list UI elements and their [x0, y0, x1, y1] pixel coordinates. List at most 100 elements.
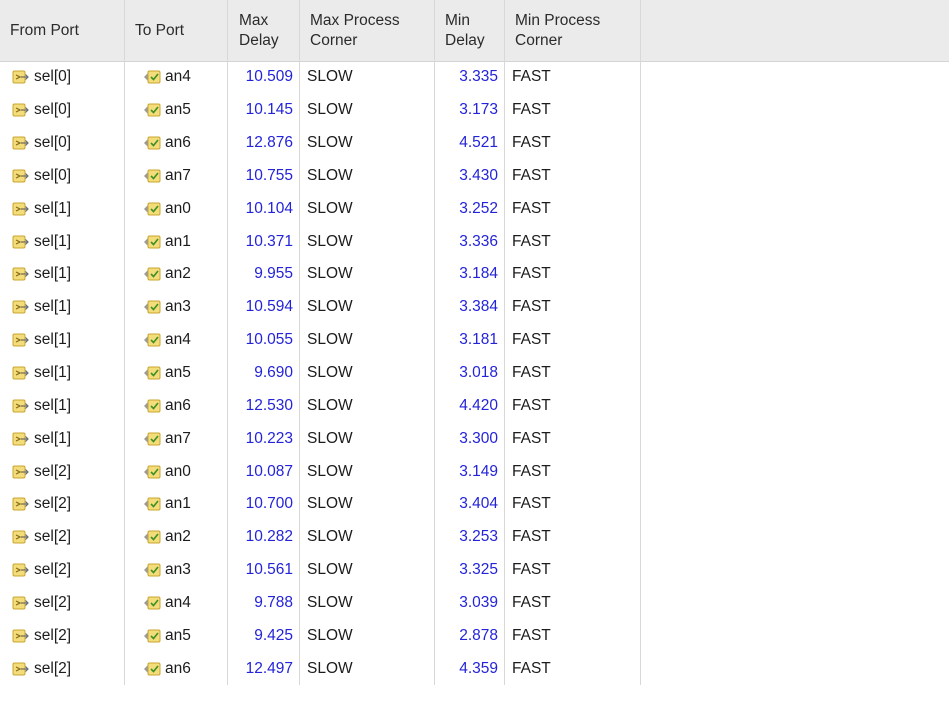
from-port-label: sel[0]	[34, 166, 72, 184]
cell-min-delay: 3.430	[435, 159, 505, 193]
to-port-label: an4	[165, 593, 191, 611]
cell-min-delay: 3.149	[435, 455, 505, 488]
input-port-arrow-icon	[12, 496, 30, 512]
table-row[interactable]: sel[1] an2 9.955 SLOW 3.184 FAST	[0, 258, 949, 291]
input-port-arrow-icon	[12, 365, 30, 381]
cell-min-delay: 3.252	[435, 192, 505, 226]
cell-from-port: sel[1]	[0, 192, 125, 226]
cell-to-port: an4	[125, 586, 228, 620]
cell-max-process-corner: SLOW	[300, 225, 435, 259]
table-row[interactable]: sel[2] an5 9.425 SLOW 2.878 FAST	[0, 619, 949, 653]
col-header-from-port-label: From Port	[10, 21, 79, 39]
table-row[interactable]: sel[1] an7 10.223 SLOW 3.300 FAST	[0, 422, 949, 456]
cell-min-process-corner: FAST	[505, 652, 641, 686]
cell-min-delay: 3.300	[435, 422, 505, 456]
table-row[interactable]: sel[2] an3 10.561 SLOW 3.325 FAST	[0, 553, 949, 587]
table-row[interactable]: sel[0] an7 10.755 SLOW 3.430 FAST	[0, 159, 949, 193]
cell-max-process-corner: SLOW	[300, 61, 435, 94]
cell-min-delay: 3.336	[435, 225, 505, 259]
cell-min-delay: 3.039	[435, 586, 505, 620]
table-row[interactable]: sel[1] an5 9.690 SLOW 3.018 FAST	[0, 356, 949, 390]
from-port-label: sel[1]	[34, 232, 72, 250]
cell-to-port: an0	[125, 455, 228, 488]
table-row[interactable]: sel[0] an4 10.509 SLOW 3.335 FAST	[0, 61, 949, 94]
cell-min-delay: 3.384	[435, 290, 505, 324]
cell-min-delay: 4.359	[435, 652, 505, 686]
cell-from-port: sel[1]	[0, 225, 125, 259]
table-row[interactable]: sel[1] an4 10.055 SLOW 3.181 FAST	[0, 323, 949, 357]
output-port-check-icon	[143, 562, 161, 578]
col-header-to-port-label: To Port	[135, 21, 185, 39]
cell-from-port: sel[0]	[0, 126, 125, 160]
cell-max-delay: 10.594	[228, 290, 300, 324]
cell-from-port: sel[1]	[0, 323, 125, 357]
table-row[interactable]: sel[1] an0 10.104 SLOW 3.252 FAST	[0, 192, 949, 226]
col-header-max-delay[interactable]: Max Delay	[228, 0, 300, 61]
col-header-max-corner[interactable]: Max Process Corner	[300, 0, 435, 61]
cell-max-process-corner: SLOW	[300, 323, 435, 357]
col-header-from-port[interactable]: From Port	[0, 0, 125, 61]
col-header-min-corner-line2: Corner	[515, 31, 563, 49]
table-row[interactable]: sel[0] an6 12.876 SLOW 4.521 FAST	[0, 126, 949, 160]
cell-max-delay: 10.282	[228, 520, 300, 554]
from-port-label: sel[1]	[34, 364, 72, 382]
table-row[interactable]: sel[2] an4 9.788 SLOW 3.039 FAST	[0, 586, 949, 620]
cell-min-process-corner: FAST	[505, 520, 641, 554]
cell-min-process-corner: FAST	[505, 192, 641, 226]
cell-min-delay: 3.253	[435, 520, 505, 554]
to-port-label: an0	[165, 462, 191, 480]
table-row[interactable]: sel[2] an2 10.282 SLOW 3.253 FAST	[0, 520, 949, 554]
input-port-arrow-icon	[12, 69, 30, 85]
cell-max-process-corner: SLOW	[300, 93, 435, 127]
cell-from-port: sel[0]	[0, 93, 125, 127]
col-header-max-delay-line1: Max	[239, 11, 269, 29]
table-row[interactable]: sel[2] an0 10.087 SLOW 3.149 FAST	[0, 455, 949, 488]
cell-max-delay: 10.700	[228, 487, 300, 521]
input-port-arrow-icon	[12, 266, 30, 282]
cell-to-port: an5	[125, 93, 228, 127]
cell-max-delay: 9.425	[228, 619, 300, 653]
cell-max-process-corner: SLOW	[300, 290, 435, 324]
cell-min-delay: 2.878	[435, 619, 505, 653]
from-port-label: sel[1]	[34, 429, 72, 447]
cell-min-delay: 3.184	[435, 258, 505, 291]
output-port-check-icon	[143, 135, 161, 151]
table-header: From Port To Port Max Delay Max Process …	[0, 0, 949, 62]
table-row[interactable]: sel[0] an5 10.145 SLOW 3.173 FAST	[0, 93, 949, 127]
cell-to-port: an0	[125, 192, 228, 226]
output-port-check-icon	[143, 299, 161, 315]
cell-max-delay: 10.561	[228, 553, 300, 587]
input-port-arrow-icon	[12, 398, 30, 414]
cell-from-port: sel[2]	[0, 487, 125, 521]
to-port-label: an5	[165, 101, 191, 119]
col-header-max-corner-line2: Corner	[310, 31, 358, 49]
table-row[interactable]: sel[2] an1 10.700 SLOW 3.404 FAST	[0, 487, 949, 521]
col-header-min-corner[interactable]: Min Process Corner	[505, 0, 641, 61]
cell-from-port: sel[1]	[0, 290, 125, 324]
output-port-check-icon	[143, 332, 161, 348]
to-port-label: an5	[165, 626, 191, 644]
table-row[interactable]: sel[2] an6 12.497 SLOW 4.359 FAST	[0, 652, 949, 686]
from-port-label: sel[1]	[34, 396, 72, 414]
cell-min-process-corner: FAST	[505, 61, 641, 94]
table-row[interactable]: sel[1] an6 12.530 SLOW 4.420 FAST	[0, 389, 949, 423]
cell-max-delay: 9.788	[228, 586, 300, 620]
cell-min-delay: 3.335	[435, 61, 505, 94]
cell-max-process-corner: SLOW	[300, 389, 435, 423]
cell-from-port: sel[2]	[0, 455, 125, 488]
input-port-arrow-icon	[12, 628, 30, 644]
table-row[interactable]: sel[1] an3 10.594 SLOW 3.384 FAST	[0, 290, 949, 324]
cell-max-process-corner: SLOW	[300, 652, 435, 686]
cell-max-process-corner: SLOW	[300, 520, 435, 554]
cell-min-process-corner: FAST	[505, 455, 641, 488]
cell-min-process-corner: FAST	[505, 619, 641, 653]
cell-max-process-corner: SLOW	[300, 126, 435, 160]
cell-max-process-corner: SLOW	[300, 487, 435, 521]
cell-from-port: sel[2]	[0, 652, 125, 686]
to-port-label: an0	[165, 199, 191, 217]
table-row[interactable]: sel[1] an1 10.371 SLOW 3.336 FAST	[0, 225, 949, 259]
from-port-label: sel[0]	[34, 68, 72, 86]
col-header-min-delay[interactable]: Min Delay	[435, 0, 505, 61]
input-port-arrow-icon	[12, 201, 30, 217]
col-header-to-port[interactable]: To Port	[125, 0, 228, 61]
